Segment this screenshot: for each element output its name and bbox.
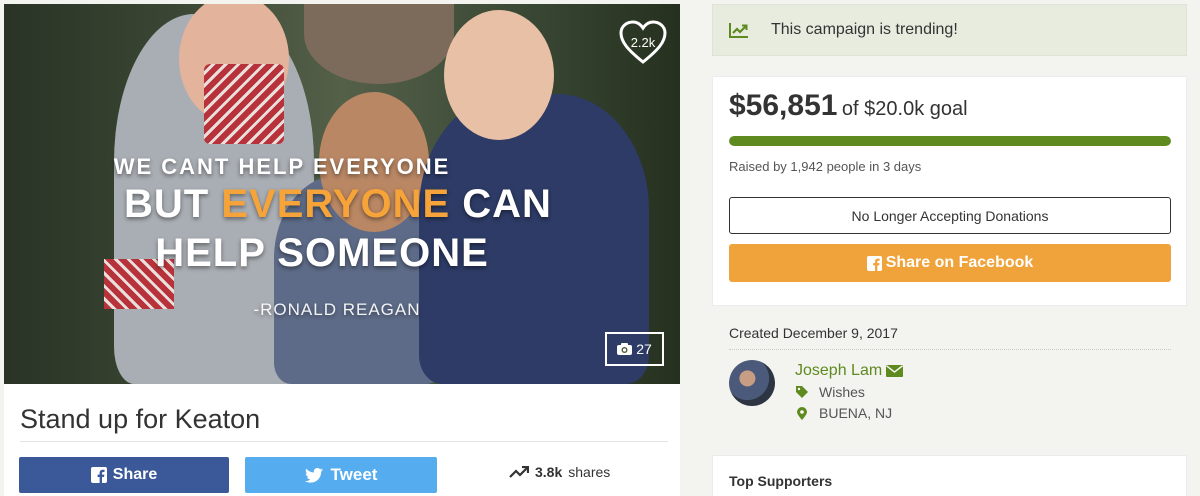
photo-count: 27 <box>636 341 652 357</box>
organizer-link[interactable]: Joseph Lam <box>795 362 904 380</box>
quote-line-1: WE CANT HELP EVERYONE <box>113 154 451 179</box>
campaign-title: Stand up for Keaton <box>20 404 261 434</box>
quote-attribution: -RONALD REAGAN <box>253 300 421 319</box>
trending-chart-icon <box>729 23 748 38</box>
quote-highlight: EVERYONE <box>221 182 451 226</box>
quote-line-3: HELP SOMEONE <box>155 231 489 275</box>
top-supporters-heading: Top Supporters <box>729 473 833 489</box>
share-count: 3.8k shares <box>509 464 610 480</box>
created-date: Created December 9, 2017 <box>729 325 898 341</box>
tag-icon <box>795 386 809 398</box>
trending-up-icon <box>509 466 529 478</box>
shares-label: shares <box>568 464 611 480</box>
category-label: Wishes <box>819 384 865 400</box>
quote-line-2: BUT EVERYONE CAN <box>4 182 680 227</box>
raised-total: $56,851 <box>729 89 838 122</box>
raised-summary: Raised by 1,942 people in 3 days <box>729 159 922 174</box>
divider <box>20 441 668 442</box>
donation-card: $56,851 of $20.0k goal Raised by 1,942 p… <box>712 76 1187 306</box>
raised-amount: $56,851 of $20.0k goal <box>729 89 968 123</box>
share-on-facebook-button[interactable]: Share on Facebook <box>729 244 1171 282</box>
heart-button[interactable]: 2.2k <box>618 20 668 66</box>
campaign-location: BUENA, NJ <box>795 405 892 421</box>
top-supporters-panel: Top Supporters <box>712 455 1187 496</box>
tweet-label: Tweet <box>330 465 378 484</box>
organizer-avatar[interactable] <box>729 360 775 406</box>
location-pin-icon <box>795 406 809 420</box>
campaign-title-panel: Stand up for Keaton Share Tweet 3.8k sha… <box>4 384 680 496</box>
hero-quote: WE CANT HELP EVERYONE BUT EVERYONE CAN H… <box>4 154 680 320</box>
photo-figure <box>304 4 454 84</box>
quote-line-2-start: BUT <box>124 182 222 226</box>
goal-text: of $20.0k goal <box>841 98 968 120</box>
campaign-hero-image[interactable]: WE CANT HELP EVERYONE BUT EVERYONE CAN H… <box>4 4 680 384</box>
donations-closed-button[interactable]: No Longer Accepting Donations <box>729 197 1171 234</box>
photo-figure <box>204 64 284 144</box>
facebook-icon <box>90 467 107 483</box>
location-label: BUENA, NJ <box>819 405 893 421</box>
campaign-category[interactable]: Wishes <box>795 384 865 400</box>
progress-fill <box>729 136 1171 146</box>
trending-text: This campaign is trending! <box>771 21 958 38</box>
photo-figure <box>444 10 554 140</box>
progress-bar <box>729 136 1171 146</box>
photo-gallery-button[interactable]: 27 <box>605 332 664 366</box>
camera-icon <box>617 343 633 355</box>
twitter-icon <box>304 467 323 483</box>
facebook-icon <box>866 255 882 271</box>
quote-line-2-end: CAN <box>450 182 552 226</box>
tweet-button[interactable]: Tweet <box>245 457 437 493</box>
facebook-share-button[interactable]: Share <box>19 457 229 493</box>
facebook-share-label: Share <box>112 466 158 483</box>
envelope-icon[interactable] <box>886 365 904 377</box>
organizer-name: Joseph Lam <box>795 362 883 379</box>
share-on-facebook-label: Share on Facebook <box>885 254 1034 271</box>
divider <box>729 349 1171 350</box>
shares-count: 3.8k <box>535 464 563 480</box>
trending-banner: This campaign is trending! <box>712 4 1187 56</box>
hearts-count: 2.2k <box>630 35 656 50</box>
